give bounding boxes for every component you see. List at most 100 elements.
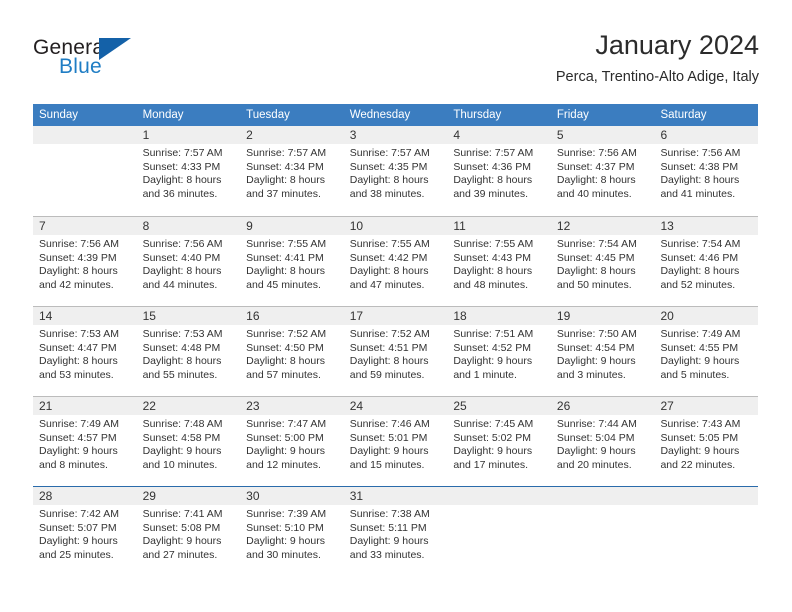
daylight-text-line1: Daylight: 8 hours: [556, 174, 636, 187]
sunrise-text: Sunrise: 7:41 AM: [142, 508, 223, 520]
day-cell[interactable]: 13 Sunrise: 7:54 AM Sunset: 4:46 PM Dayl…: [654, 217, 759, 306]
day-cell: [33, 126, 137, 216]
day-number: 2: [246, 128, 253, 142]
day-cell[interactable]: 3 Sunrise: 7:57 AM Sunset: 4:35 PM Dayli…: [343, 126, 448, 216]
day-number-band: 25: [447, 397, 551, 415]
day-info: Sunrise: 7:47 AM Sunset: 5:00 PM Dayligh…: [240, 415, 344, 472]
day-number-band: 29: [136, 487, 241, 505]
day-cell[interactable]: 12 Sunrise: 7:54 AM Sunset: 4:45 PM Dayl…: [550, 217, 655, 306]
daylight-text-line1: Daylight: 9 hours: [453, 445, 533, 458]
day-info: Sunrise: 7:57 AM Sunset: 4:35 PM Dayligh…: [344, 144, 448, 201]
day-number-band: 22: [136, 397, 241, 415]
sunrise-text: Sunrise: 7:53 AM: [39, 328, 119, 340]
sunrise-text: Sunrise: 7:51 AM: [453, 328, 534, 340]
sunrise-text: Sunrise: 7:54 AM: [556, 238, 637, 250]
day-cell[interactable]: 20 Sunrise: 7:49 AM Sunset: 4:55 PM Dayl…: [654, 307, 759, 396]
day-cell[interactable]: 21 Sunrise: 7:49 AM Sunset: 4:57 PM Dayl…: [33, 397, 137, 486]
daylight-text-line1: Daylight: 9 hours: [349, 445, 429, 458]
day-cell[interactable]: 6 Sunrise: 7:56 AM Sunset: 4:38 PM Dayli…: [654, 126, 759, 216]
daylight-text-line2: and 48 minutes.: [453, 278, 529, 291]
day-number: 7: [39, 219, 46, 233]
day-info: Sunrise: 7:56 AM Sunset: 4:37 PM Dayligh…: [551, 144, 655, 201]
day-cell[interactable]: 23 Sunrise: 7:47 AM Sunset: 5:00 PM Dayl…: [240, 397, 344, 486]
day-cell[interactable]: 5 Sunrise: 7:56 AM Sunset: 4:37 PM Dayli…: [550, 126, 655, 216]
day-cell[interactable]: 9 Sunrise: 7:55 AM Sunset: 4:41 PM Dayli…: [240, 217, 344, 306]
sunset-text: Sunset: 4:33 PM: [142, 160, 221, 173]
day-number-band: 20: [654, 307, 759, 325]
day-number-band: 14: [33, 307, 137, 325]
day-info: Sunrise: 7:43 AM Sunset: 5:05 PM Dayligh…: [654, 415, 758, 472]
sunset-text: Sunset: 5:11 PM: [349, 521, 427, 534]
day-number: 15: [142, 309, 156, 323]
sunrise-text: Sunrise: 7:49 AM: [39, 418, 119, 430]
sunset-text: Sunset: 4:40 PM: [142, 251, 221, 264]
day-info: Sunrise: 7:38 AM Sunset: 5:11 PM Dayligh…: [344, 505, 448, 562]
day-number: 4: [453, 128, 460, 142]
day-cell[interactable]: 7 Sunrise: 7:56 AM Sunset: 4:39 PM Dayli…: [33, 217, 137, 306]
day-cell[interactable]: 4 Sunrise: 7:57 AM Sunset: 4:36 PM Dayli…: [447, 126, 551, 216]
day-number-band: 15: [136, 307, 241, 325]
day-cell[interactable]: 10 Sunrise: 7:55 AM Sunset: 4:42 PM Dayl…: [343, 217, 448, 306]
calendar-grid: Sunday Monday Tuesday Wednesday Thursday…: [33, 104, 759, 576]
general-blue-logo[interactable]: General Blue: [33, 36, 233, 88]
day-cell[interactable]: 8 Sunrise: 7:56 AM Sunset: 4:40 PM Dayli…: [136, 217, 241, 306]
day-cell[interactable]: 25 Sunrise: 7:45 AM Sunset: 5:02 PM Dayl…: [447, 397, 551, 486]
day-number-band: 31: [343, 487, 448, 505]
day-cell[interactable]: 18 Sunrise: 7:51 AM Sunset: 4:52 PM Dayl…: [447, 307, 551, 396]
day-number-band: 30: [240, 487, 344, 505]
daylight-text-line2: and 44 minutes.: [142, 278, 218, 291]
day-number-band: 27: [654, 397, 759, 415]
day-info: Sunrise: 7:54 AM Sunset: 4:45 PM Dayligh…: [551, 235, 655, 292]
day-cell[interactable]: 16 Sunrise: 7:52 AM Sunset: 4:50 PM Dayl…: [240, 307, 344, 396]
daylight-text-line1: Daylight: 9 hours: [246, 445, 325, 458]
sunset-text: Sunset: 4:58 PM: [142, 431, 221, 444]
sunrise-text: Sunrise: 7:56 AM: [142, 238, 223, 250]
day-number-band: 2: [240, 126, 344, 144]
day-cell[interactable]: 14 Sunrise: 7:53 AM Sunset: 4:47 PM Dayl…: [33, 307, 137, 396]
title-block: January 2024 Perca, Trentino-Alto Adige,…: [556, 28, 759, 88]
day-cell[interactable]: 26 Sunrise: 7:44 AM Sunset: 5:04 PM Dayl…: [550, 397, 655, 486]
day-info: Sunrise: 7:57 AM Sunset: 4:36 PM Dayligh…: [447, 144, 551, 201]
sunrise-text: Sunrise: 7:44 AM: [556, 418, 637, 430]
day-info: Sunrise: 7:53 AM Sunset: 4:47 PM Dayligh…: [33, 325, 137, 382]
day-cell[interactable]: 22 Sunrise: 7:48 AM Sunset: 4:58 PM Dayl…: [136, 397, 241, 486]
day-cell[interactable]: 31 Sunrise: 7:38 AM Sunset: 5:11 PM Dayl…: [343, 487, 448, 576]
daylight-text-line2: and 57 minutes.: [246, 368, 321, 381]
day-number: 19: [556, 309, 571, 323]
daylight-text-line1: Daylight: 9 hours: [349, 535, 429, 548]
day-info: Sunrise: 7:55 AM Sunset: 4:43 PM Dayligh…: [447, 235, 551, 292]
day-info: Sunrise: 7:42 AM Sunset: 5:07 PM Dayligh…: [33, 505, 137, 562]
sunset-text: Sunset: 4:43 PM: [453, 251, 531, 264]
day-cell[interactable]: 19 Sunrise: 7:50 AM Sunset: 4:54 PM Dayl…: [550, 307, 655, 396]
daylight-text-line2: and 15 minutes.: [349, 458, 425, 471]
day-cell[interactable]: 24 Sunrise: 7:46 AM Sunset: 5:01 PM Dayl…: [343, 397, 448, 486]
daylight-text-line2: and 38 minutes.: [349, 187, 425, 200]
sunrise-text: Sunrise: 7:46 AM: [349, 418, 430, 430]
day-number: 6: [660, 128, 668, 142]
day-number-band: 5: [550, 126, 655, 144]
day-number-band: 12: [550, 217, 655, 235]
sunrise-text: Sunrise: 7:53 AM: [142, 328, 223, 340]
day-cell[interactable]: 15 Sunrise: 7:53 AM Sunset: 4:48 PM Dayl…: [136, 307, 241, 396]
day-cell[interactable]: 1 Sunrise: 7:57 AM Sunset: 4:33 PM Dayli…: [136, 126, 241, 216]
day-cell[interactable]: 29 Sunrise: 7:41 AM Sunset: 5:08 PM Dayl…: [136, 487, 241, 576]
day-number: 31: [349, 489, 364, 503]
day-number: 1: [142, 128, 150, 142]
day-info: Sunrise: 7:53 AM Sunset: 4:48 PM Dayligh…: [137, 325, 241, 382]
day-number: 12: [556, 219, 571, 233]
sunset-text: Sunset: 4:38 PM: [660, 160, 739, 173]
sunrise-text: Sunrise: 7:54 AM: [660, 238, 741, 250]
day-cell[interactable]: 2 Sunrise: 7:57 AM Sunset: 4:34 PM Dayli…: [240, 126, 344, 216]
day-cell[interactable]: 30 Sunrise: 7:39 AM Sunset: 5:10 PM Dayl…: [240, 487, 344, 576]
day-info: Sunrise: 7:55 AM Sunset: 4:41 PM Dayligh…: [240, 235, 344, 292]
day-number: 21: [39, 399, 53, 413]
day-cell[interactable]: 11 Sunrise: 7:55 AM Sunset: 4:43 PM Dayl…: [447, 217, 551, 306]
day-number: 20: [660, 309, 674, 323]
sunrise-text: Sunrise: 7:57 AM: [453, 147, 534, 159]
day-number: 10: [349, 219, 364, 233]
day-cell[interactable]: 28 Sunrise: 7:42 AM Sunset: 5:07 PM Dayl…: [33, 487, 137, 576]
day-cell[interactable]: 27 Sunrise: 7:43 AM Sunset: 5:05 PM Dayl…: [654, 397, 759, 486]
daylight-text-line1: Daylight: 8 hours: [453, 174, 533, 187]
day-cell[interactable]: 17 Sunrise: 7:52 AM Sunset: 4:51 PM Dayl…: [343, 307, 448, 396]
daylight-text-line2: and 42 minutes.: [39, 278, 114, 291]
